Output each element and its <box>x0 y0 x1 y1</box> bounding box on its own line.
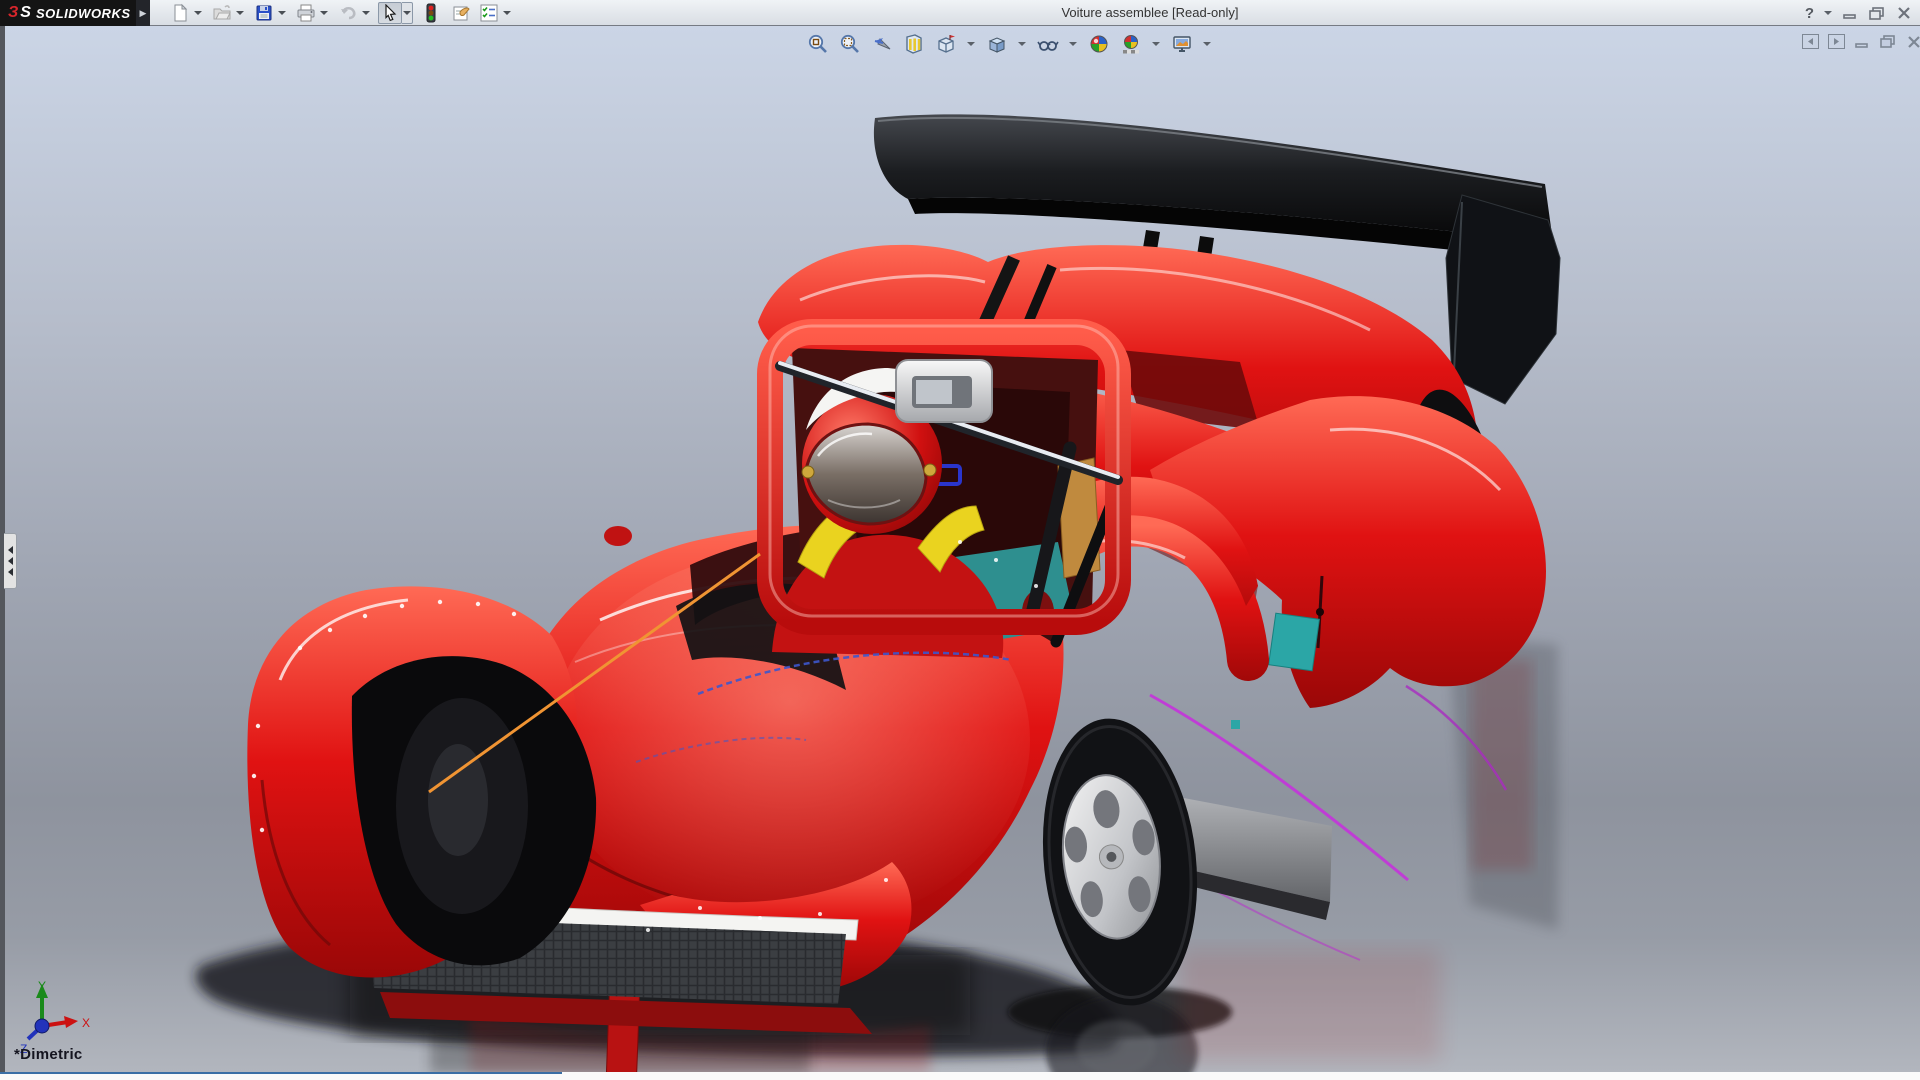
section-view-icon <box>903 33 925 55</box>
collapse-arrow-icon <box>8 546 13 554</box>
split-pane-left-icon <box>1805 37 1816 46</box>
save-dropdown[interactable] <box>276 2 287 24</box>
section-view-button[interactable] <box>902 32 926 56</box>
help-button[interactable]: ? <box>1805 5 1814 22</box>
save-button[interactable] <box>252 2 276 24</box>
apply-scene-dropdown[interactable] <box>1151 32 1161 56</box>
split-pane-left-button[interactable] <box>1802 34 1819 49</box>
triad-y-label: Y <box>38 979 46 993</box>
zoom-to-fit-icon <box>807 33 829 55</box>
options-button[interactable] <box>477 2 501 24</box>
app-name: SOLIDWORKS <box>36 6 131 21</box>
solidworks-window: ЗS SOLIDWORKS ▶ <box>0 0 1920 1080</box>
zoom-to-area-button[interactable] <box>838 32 862 56</box>
open-button[interactable] <box>210 2 234 24</box>
new-document-icon <box>170 3 190 23</box>
rebuild-traffic-light-icon <box>422 3 440 23</box>
view-orientation-button[interactable] <box>934 32 958 56</box>
restore-document-button[interactable] <box>1879 34 1897 49</box>
previous-view-icon <box>871 33 893 55</box>
zoom-to-fit-button[interactable] <box>806 32 830 56</box>
view-settings-button[interactable] <box>1170 32 1194 56</box>
previous-view-button[interactable] <box>870 32 894 56</box>
minimize-document-button[interactable] <box>1854 35 1870 49</box>
open-folder-icon <box>212 3 232 23</box>
document-window-controls <box>1802 34 1920 49</box>
hide-show-items-button[interactable] <box>1036 32 1060 56</box>
close-document-button[interactable] <box>1906 35 1920 49</box>
collapse-arrow-icon <box>8 568 13 576</box>
document-title: Voiture assemblee [Read-only] <box>510 0 1790 25</box>
headsup-view-toolbar <box>806 32 1221 56</box>
close-button[interactable] <box>1896 6 1912 20</box>
view-orientation-icon <box>935 33 957 55</box>
window-controls: ? <box>1805 0 1912 26</box>
save-icon <box>254 3 274 23</box>
solidworks-logo: ЗS SOLIDWORKS <box>0 0 136 26</box>
split-pane-right-icon <box>1831 37 1842 46</box>
view-orientation-label: *Dimetric <box>14 1046 83 1063</box>
logo-mark: З <box>8 4 18 22</box>
menu-expand-arrow-icon[interactable]: ▶ <box>136 0 150 26</box>
rebuild-button[interactable] <box>419 2 443 24</box>
edit-appearance-button[interactable] <box>1087 32 1111 56</box>
print-dropdown[interactable] <box>318 2 329 24</box>
options-icon <box>479 3 499 23</box>
new-dropdown[interactable] <box>192 2 203 24</box>
zoom-to-area-icon <box>839 33 861 55</box>
restore-button[interactable] <box>1868 6 1886 21</box>
minimize-button[interactable] <box>1842 6 1858 20</box>
bottom-border <box>0 1072 1920 1080</box>
apply-scene-icon <box>1120 33 1142 55</box>
display-style-dropdown[interactable] <box>1017 32 1027 56</box>
graphics-viewport[interactable]: Y X Z *Dimetric <box>0 26 1920 1073</box>
view-orientation-dropdown[interactable] <box>966 32 976 56</box>
select-button[interactable] <box>378 2 402 24</box>
triad-x-label: X <box>82 1016 90 1030</box>
split-pane-right-button[interactable] <box>1828 34 1845 49</box>
titlebar: ЗS SOLIDWORKS ▶ <box>0 0 1920 26</box>
display-style-button[interactable] <box>985 32 1009 56</box>
view-settings-dropdown[interactable] <box>1202 32 1212 56</box>
undo-button[interactable] <box>336 2 360 24</box>
collapse-arrow-icon <box>8 557 13 565</box>
file-properties-icon <box>451 3 471 23</box>
select-cursor-icon <box>381 4 399 22</box>
edit-appearance-icon <box>1088 33 1110 55</box>
help-dropdown[interactable] <box>1824 11 1832 15</box>
file-properties-button[interactable] <box>449 2 473 24</box>
main-toolbar <box>168 2 519 24</box>
print-icon <box>296 3 316 23</box>
print-button[interactable] <box>294 2 318 24</box>
bottom-border-accent <box>0 1072 562 1074</box>
open-dropdown[interactable] <box>234 2 245 24</box>
new-document-button[interactable] <box>168 2 192 24</box>
undo-dropdown[interactable] <box>360 2 371 24</box>
display-style-icon <box>986 33 1008 55</box>
select-dropdown[interactable] <box>402 2 413 24</box>
feature-manager-collapse-tab[interactable] <box>4 533 17 589</box>
undo-icon <box>338 3 358 23</box>
hide-show-items-icon <box>1037 33 1059 55</box>
apply-scene-button[interactable] <box>1119 32 1143 56</box>
hide-show-items-dropdown[interactable] <box>1068 32 1078 56</box>
model-render[interactable] <box>0 26 1920 1073</box>
view-settings-icon <box>1171 33 1193 55</box>
